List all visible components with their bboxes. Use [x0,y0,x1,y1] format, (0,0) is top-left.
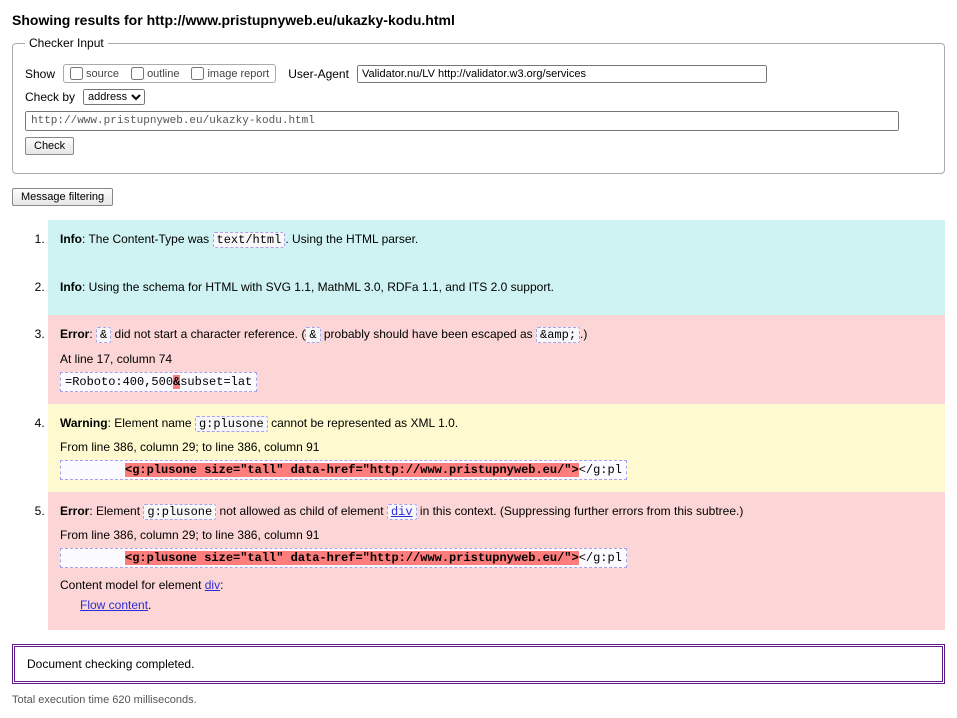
msg4-t1: : Element name [108,416,195,430]
checker-legend: Checker Input [25,36,108,50]
address-row [25,111,932,131]
msg5-t1: : Element [89,504,143,518]
msg4-loc: From line 386, column 29; to line 386, c… [60,440,933,454]
show-options-group: source outline image report [63,64,276,83]
msg5-label: Error [60,504,89,518]
msg3-codeblock: =Roboto:400,500&subset=lat [60,372,257,392]
results-heading: Showing results for http://www.pristupny… [12,12,945,28]
message-info-2: Info: Using the schema for HTML with SVG… [48,268,945,315]
msg5-c1: g:plusone [143,504,216,520]
msg3-c3: &amp; [536,327,580,343]
msg1-code: text/html [213,232,286,248]
source-checkbox-label: source [86,68,119,80]
outline-checkbox[interactable] [131,67,144,80]
user-agent-input[interactable] [357,65,767,83]
msg3-t3: probably should have been escaped as [321,327,537,341]
message-error-3: Error: & did not start a character refer… [48,315,945,403]
msg3-t1: : [89,327,96,341]
checkby-row: Check by address [25,89,932,105]
checkby-label: Check by [25,90,75,104]
msg5-codeblock: <g:plusone size="tall" data-href="http:/… [60,548,627,568]
checkby-select[interactable]: address [83,89,145,105]
msg5-flow-link[interactable]: Flow content [80,598,148,612]
msg3-c2: & [305,327,320,343]
msg3-code-pre: =Roboto:400,500 [65,375,173,389]
msg4-code-post: </g:pl [579,463,622,477]
timing-text: Total execution time 620 milliseconds. [12,694,945,706]
show-row: Show source outline image report User-Ag… [25,64,932,83]
msg4-codeblock: <g:plusone size="tall" data-href="http:/… [60,460,627,480]
msg1-t1: : The Content-Type was [82,232,213,246]
option-outline: outline [131,67,179,80]
results-prefix: Showing results for [12,12,147,28]
msg5-cm-label: Content model for element [60,578,205,592]
check-row: Check [25,137,932,155]
option-image-report: image report [191,67,269,80]
message-filtering-button[interactable]: Message filtering [12,188,113,206]
msg3-t4: .) [580,327,587,341]
completion-box: Document checking completed. [12,644,945,684]
msg5-flow-tail: . [148,598,151,612]
msg3-c1: & [96,327,111,343]
msg5-code-hl: <g:plusone size="tall" data-href="http:/… [125,551,579,565]
message-info-1: Info: The Content-Type was text/html. Us… [48,220,945,268]
user-agent-label: User-Agent [288,67,349,81]
address-input[interactable] [25,111,899,131]
msg5-divcode: div [387,504,417,520]
msg5-code-post: </g:pl [579,551,622,565]
option-source: source [70,67,119,80]
msg1-t2: . Using the HTML parser. [285,232,418,246]
check-button[interactable]: Check [25,137,74,155]
outline-checkbox-label: outline [147,68,179,80]
source-checkbox[interactable] [70,67,83,80]
msg3-label: Error [60,327,89,341]
completion-text: Document checking completed. [27,657,194,671]
msg5-loc: From line 386, column 29; to line 386, c… [60,528,933,542]
msg4-t2: cannot be represented as XML 1.0. [268,416,458,430]
messages-list: Info: The Content-Type was text/html. Us… [12,220,945,630]
results-url: http://www.pristupnyweb.eu/ukazky-kodu.h… [147,12,455,28]
msg5-t2: not allowed as child of element [216,504,387,518]
msg5-t3: in this context. (Suppressing further er… [417,504,744,518]
msg4-label: Warning [60,416,108,430]
msg5-cm-tail: : [220,578,223,592]
checker-input-fieldset: Checker Input Show source outline image … [12,36,945,174]
msg3-loc: At line 17, column 74 [60,352,933,366]
msg2-label: Info [60,280,82,294]
msg5-div-link[interactable]: div [391,505,413,519]
msg3-code-post: subset=lat [180,375,252,389]
msg3-t2: did not start a character reference. ( [111,327,305,341]
msg4-c1: g:plusone [195,416,268,432]
msg5-cm-link[interactable]: div [205,578,220,592]
image-report-checkbox-label: image report [207,68,269,80]
show-label: Show [25,67,55,81]
msg4-code-hl: <g:plusone size="tall" data-href="http:/… [125,463,579,477]
image-report-checkbox[interactable] [191,67,204,80]
msg2-t1: : Using the schema for HTML with SVG 1.1… [82,280,554,294]
message-error-5: Error: Element g:plusone not allowed as … [48,492,945,630]
msg1-label: Info [60,232,82,246]
message-warning-4: Warning: Element name g:plusone cannot b… [48,404,945,492]
